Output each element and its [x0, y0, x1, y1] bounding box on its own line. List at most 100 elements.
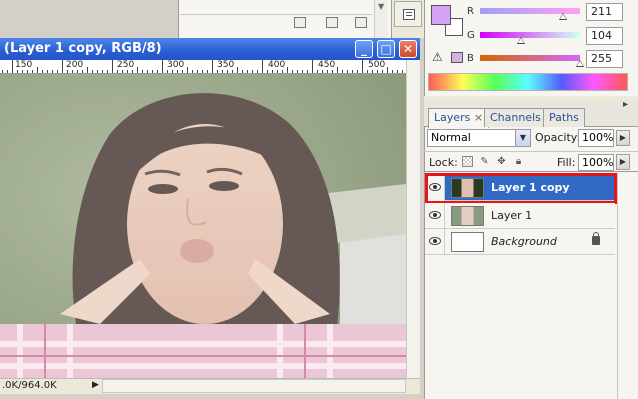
red-value-field[interactable]: 211: [586, 3, 623, 21]
ruler-label: 300: [167, 60, 185, 70]
history-divider: [180, 14, 372, 15]
red-slider[interactable]: [480, 8, 580, 20]
gamut-color-swatch[interactable]: [451, 52, 463, 63]
lock-transparency-icon[interactable]: [462, 156, 473, 167]
blue-value-field[interactable]: 255: [586, 50, 623, 68]
ruler-tick: [322, 70, 323, 73]
ruler-label: 150: [15, 60, 33, 70]
ruler-tick: [247, 70, 248, 73]
lock-all-icon[interactable]: 🔒︎: [513, 156, 524, 167]
ruler-tick: [312, 60, 313, 73]
gamut-warning-icon[interactable]: ⚠: [432, 50, 443, 64]
tab-layers[interactable]: Layers ×: [428, 108, 490, 128]
ruler-tick: [307, 70, 308, 73]
ruler-tick: [217, 70, 218, 73]
ruler-tick: [347, 70, 348, 73]
panel-menu-icon[interactable]: [621, 99, 633, 113]
lock-label: Lock:: [429, 156, 458, 169]
blue-slider-thumb[interactable]: [576, 60, 584, 67]
ruler-tick: [7, 70, 8, 73]
ruler-tick: [2, 70, 3, 73]
ruler-tick: [162, 60, 163, 73]
ruler-tick: [212, 60, 213, 73]
tab-paths-label: Paths: [549, 111, 579, 124]
palette-icon: [403, 9, 415, 20]
workspace-background: [0, 0, 178, 38]
visibility-toggle[interactable]: [425, 229, 445, 255]
horizontal-ruler: 150 200 250 300 350 400 450 500: [0, 60, 406, 74]
ruler-tick: [62, 60, 63, 73]
tab-channels[interactable]: Channels: [484, 108, 547, 127]
tab-paths[interactable]: Paths: [543, 108, 585, 127]
eye-icon[interactable]: [429, 237, 441, 245]
green-value-field[interactable]: 104: [586, 27, 623, 45]
chevron-down-icon[interactable]: ▼: [515, 130, 530, 146]
opacity-slider-button[interactable]: ▶: [616, 130, 630, 146]
fill-label: Fill:: [557, 156, 576, 169]
fill-field[interactable]: 100%: [578, 154, 614, 171]
new-snapshot-icon[interactable]: [326, 17, 338, 28]
green-slider[interactable]: [480, 32, 580, 44]
ruler-tick: [27, 70, 28, 73]
horizontal-scrollbar[interactable]: [102, 379, 406, 393]
ruler-tick: [87, 67, 88, 73]
vertical-scrollbar[interactable]: [406, 60, 420, 378]
close-tab-icon[interactable]: ×: [474, 111, 483, 124]
ruler-tick: [37, 67, 38, 73]
scroll-down-icon[interactable]: ▼: [378, 2, 384, 11]
close-button[interactable]: ✕: [399, 40, 417, 58]
new-document-from-state-icon[interactable]: [294, 17, 306, 28]
trash-icon[interactable]: [355, 17, 367, 28]
layer-row-background[interactable]: Background: [425, 229, 615, 255]
ruler-tick: [72, 70, 73, 73]
ruler-tick: [392, 70, 393, 73]
ruler-tick: [402, 70, 403, 73]
ruler-tick: [77, 70, 78, 73]
opacity-label: Opacity:: [535, 131, 581, 144]
status-menu-arrow-icon[interactable]: ▶: [92, 380, 99, 390]
tab-layers-label: Layers: [434, 111, 471, 124]
ruler-tick: [262, 60, 263, 73]
ruler-tick: [142, 70, 143, 73]
document-size-status: .0K/964.0K: [2, 380, 57, 391]
green-slider-thumb[interactable]: [516, 37, 525, 44]
ruler-tick: [197, 70, 198, 73]
fill-slider-button[interactable]: ▶: [616, 154, 630, 170]
red-channel-label: R: [467, 6, 474, 17]
visibility-toggle[interactable]: [425, 203, 445, 229]
history-scrollbar[interactable]: ▼: [374, 0, 388, 38]
ruler-tick: [272, 70, 273, 73]
blue-slider[interactable]: [480, 55, 584, 67]
ruler-tick: [267, 70, 268, 73]
ruler-tick: [372, 70, 373, 73]
layer-name: Background: [491, 235, 557, 248]
lock-position-move-icon[interactable]: ✥: [496, 156, 507, 167]
layer-row-layer-1[interactable]: Layer 1: [425, 203, 615, 229]
palette-well-button[interactable]: [394, 1, 422, 27]
layers-scrollbar[interactable]: [617, 173, 633, 399]
ruler-tick: [97, 70, 98, 73]
minimize-button[interactable]: _: [355, 40, 373, 58]
opacity-field[interactable]: 100%: [578, 129, 614, 147]
red-slider-thumb[interactable]: [558, 13, 567, 20]
ruler-tick: [112, 60, 113, 73]
document-title: (Layer 1 copy, RGB/8): [4, 41, 162, 56]
lock-pixels-brush-icon[interactable]: ✎: [479, 156, 490, 167]
ruler-tick: [252, 70, 253, 73]
ruler-tick: [277, 70, 278, 73]
ruler-tick: [22, 70, 23, 73]
ruler-tick: [122, 70, 123, 73]
eye-icon[interactable]: [429, 211, 441, 219]
maximize-button[interactable]: □: [377, 40, 395, 58]
ruler-tick: [257, 70, 258, 73]
foreground-color-swatch[interactable]: [431, 5, 451, 25]
ruler-tick: [232, 70, 233, 73]
ruler-tick: [207, 70, 208, 73]
ruler-label: 250: [117, 60, 135, 70]
ruler-tick: [17, 70, 18, 73]
ruler-tick: [187, 67, 188, 73]
selection-highlight-outline: [425, 173, 617, 204]
ruler-tick: [367, 70, 368, 73]
document-canvas[interactable]: [0, 74, 406, 378]
ruler-label: 450: [318, 60, 336, 70]
